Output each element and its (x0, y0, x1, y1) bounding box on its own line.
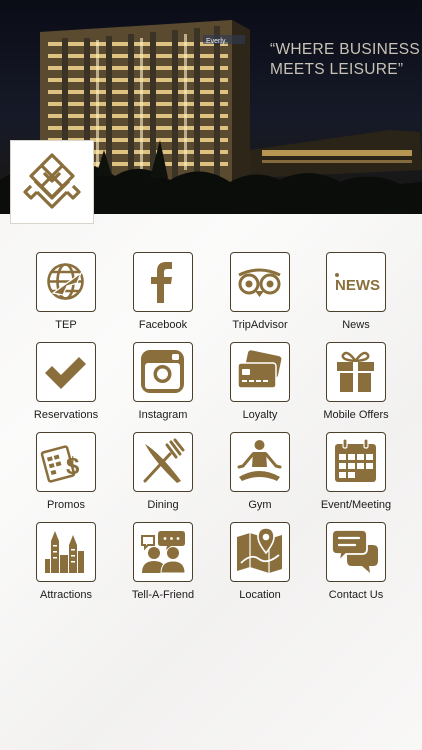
tagline-line-1: “WHERE BUSINESS (270, 41, 421, 58)
skyscraper-icon (36, 522, 96, 582)
menu-label-tell-a-friend: Tell-A-Friend (131, 589, 195, 601)
menu-item-mobile-offers[interactable]: Mobile Offers (311, 342, 401, 426)
menu-label-location: Location (239, 589, 281, 601)
menu-item-tep[interactable]: TEP (21, 252, 111, 336)
calendar-icon (326, 432, 386, 492)
menu-item-loyalty[interactable]: Loyalty (215, 342, 305, 426)
menu-label-attractions: Attractions (40, 589, 92, 601)
menu-label-dining: Dining (147, 499, 179, 511)
endless-knot-logo-icon (23, 153, 81, 209)
instagram-icon (133, 342, 193, 402)
menu-item-event-meeting[interactable]: Event/Meeting (311, 432, 401, 516)
tripadvisor-owl-icon (230, 252, 290, 312)
hero-tagline: “WHERE BUSINESS MEETS LEISURE” (270, 40, 420, 80)
menu-label-facebook: Facebook (138, 319, 188, 331)
menu-label-contact-us: Contact Us (328, 589, 384, 601)
loyalty-cards-icon (230, 342, 290, 402)
checkmark-icon (36, 342, 96, 402)
menu-label-instagram: Instagram (138, 409, 188, 421)
menu-item-reservations[interactable]: Reservations (21, 342, 111, 426)
menu-item-news[interactable]: NEWS News (311, 252, 401, 336)
map-pin-icon (230, 522, 290, 582)
menu-item-attractions[interactable]: Attractions (21, 522, 111, 606)
tell-friend-icon (133, 522, 193, 582)
fork-knife-icon (133, 432, 193, 492)
menu-item-dining[interactable]: Dining (118, 432, 208, 516)
menu-label-promos: Promos (47, 499, 85, 511)
chat-bubbles-icon (326, 522, 386, 582)
menu-label-news: News (342, 319, 370, 331)
svg-text:NEWS: NEWS (335, 277, 380, 294)
menu-label-mobile-offers: Mobile Offers (323, 409, 389, 421)
meditation-icon (230, 432, 290, 492)
menu-item-promos[interactable]: $ Promos (21, 432, 111, 516)
menu-item-facebook[interactable]: Facebook (118, 252, 208, 336)
menu-item-contact-us[interactable]: Contact Us (311, 522, 401, 606)
menu-item-tripadvisor[interactable]: TripAdvisor (215, 252, 305, 336)
gift-icon (326, 342, 386, 402)
menu-label-gym: Gym (248, 499, 272, 511)
facebook-icon (133, 252, 193, 312)
globe-plane-icon (36, 252, 96, 312)
svg-text:$: $ (66, 453, 80, 480)
news-icon: NEWS (326, 252, 386, 312)
promos-dollar-icon: $ (36, 432, 96, 492)
menu-item-instagram[interactable]: Instagram (118, 342, 208, 426)
menu-item-location[interactable]: Location (215, 522, 305, 606)
menu-label-loyalty: Loyalty (242, 409, 278, 421)
menu-label-tripadvisor: TripAdvisor (232, 319, 288, 331)
menu-label-tep: TEP (55, 319, 77, 331)
menu-item-tell-a-friend[interactable]: Tell-A-Friend (118, 522, 208, 606)
tagline-line-2: MEETS LEISURE” (270, 61, 404, 78)
menu-item-gym[interactable]: Gym (215, 432, 305, 516)
menu-label-reservations: Reservations (33, 409, 99, 421)
menu-label-event-meeting: Event/Meeting (320, 499, 392, 511)
hotel-logo (10, 140, 94, 224)
building-sign: Everly (206, 38, 226, 45)
